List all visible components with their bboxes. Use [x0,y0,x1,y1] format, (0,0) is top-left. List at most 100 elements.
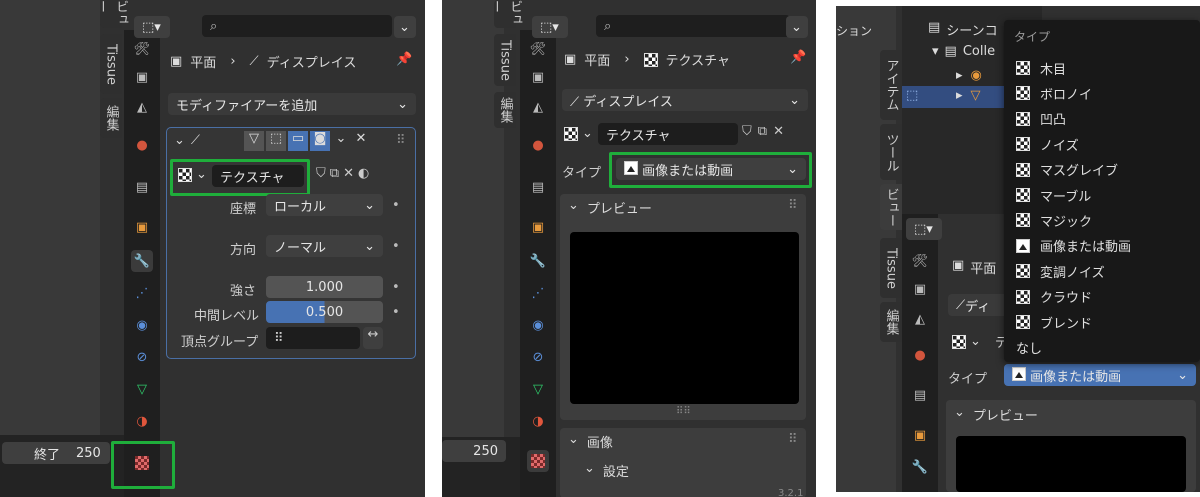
data-icon[interactable]: ▽ [527,378,549,400]
resize-handle-icon[interactable]: ⠿⠿ [676,406,691,417]
world-icon[interactable]: ● [909,344,931,366]
output-icon[interactable]: ◭ [131,96,153,118]
vtab-item[interactable]: アイテム [880,50,902,120]
keyframe-dot-icon[interactable]: • [392,305,400,320]
midlevel-slider[interactable]: 0.500 [266,301,383,323]
fake-user-shield-icon[interactable]: ⛉ [742,124,752,139]
tool-icon[interactable]: 🛠 [909,250,931,272]
unlink-x-icon[interactable]: ✕ [343,166,354,181]
timeline-end-field[interactable]: 終了 250 [2,442,110,464]
duplicate-icon[interactable]: ⧉ [330,166,339,181]
search-field[interactable]: ⌕ [202,15,392,37]
outliner-camera-row[interactable]: ▸ ◉ [956,68,982,83]
modifier-wrench-icon[interactable]: 🔧 [909,456,931,478]
unlink-x-icon[interactable]: ✕ [773,124,784,139]
tool-icon[interactable]: 🛠 [527,38,549,60]
add-modifier-dropdown[interactable]: モディファイアーを追加 ⌄ [168,93,416,115]
modifier-header[interactable]: ⌄ ⟋ [174,133,200,148]
image-header[interactable]: ⌄ 画像 [568,432,613,451]
options-dropdown[interactable]: ⌄ [394,16,416,38]
search-field[interactable]: ⌕ [596,15,790,37]
dropdown-item[interactable]: なし [1016,335,1042,359]
settings-header[interactable]: ⌄ 設定 [584,461,629,480]
vgroup-field[interactable]: ⠿ [266,327,360,349]
render-camera-icon[interactable]: ◙ [310,131,330,151]
render-icon[interactable]: ▣ [527,66,549,88]
cage-icon[interactable]: ⬚ [266,131,286,151]
world-icon[interactable]: ● [527,134,549,156]
constraints-icon[interactable]: ⊘ [527,346,549,368]
vtab-edit[interactable]: 編集 [880,302,902,342]
invert-arrows-icon[interactable]: ↔ [363,327,383,349]
vtab-view[interactable]: ビュー [488,0,522,28]
dropdown-item[interactable]: ブレンド [1016,310,1092,334]
editor-type-button[interactable]: ⬚▾ [532,16,568,38]
displace-dropdown[interactable]: ⟋ ディスプレイス ⌄ [562,89,808,111]
particles-icon[interactable]: ⋰ [131,282,153,304]
dropdown-item[interactable]: マジック [1016,208,1092,232]
data-icon[interactable]: ▽ [131,378,153,400]
close-icon[interactable]: ✕ [352,131,370,151]
pin-icon[interactable]: 📌 [790,50,806,65]
pin-icon[interactable]: 📌 [396,52,412,67]
keyframe-dot-icon[interactable]: • [392,198,400,213]
outliner-collection-row[interactable]: ▾ ▤ Colle [932,44,995,59]
dropdown-item[interactable]: ノイズ [1016,132,1079,156]
dropdown-item[interactable]: 変調ノイズ [1016,259,1105,283]
physics-icon[interactable]: ◉ [527,314,549,336]
collection-icon[interactable]: ▤ [909,384,931,406]
vtab-view[interactable]: ビュー [94,0,128,28]
dropdown-item[interactable]: 画像または動画 [1016,234,1131,258]
texture-name-field[interactable]: テクスチャ [598,123,738,145]
dropdown-item[interactable]: 木目 [1016,56,1066,80]
drag-handle-icon[interactable]: ⠿ [788,432,798,447]
displace-dropdown[interactable]: ⟋ ディ [948,294,1008,316]
object-icon[interactable]: ▣ [131,216,153,238]
options-dropdown[interactable]: ⌄ [786,16,808,38]
drag-handle-icon[interactable]: ⠿ [396,133,406,148]
3d-viewport[interactable] [0,0,100,435]
modifier-wrench-icon[interactable]: 🔧 [131,250,153,272]
output-icon[interactable]: ◭ [909,308,931,330]
keyframe-dot-icon[interactable]: • [392,280,400,295]
collection-icon[interactable]: ▤ [131,176,153,198]
duplicate-icon[interactable]: ⧉ [758,124,767,139]
material-icon[interactable]: ◑ [131,410,153,432]
coords-dropdown[interactable]: ローカル ⌄ [266,194,383,216]
texture-selector[interactable]: ⌄ テ [952,332,1008,351]
world-icon[interactable]: ● [131,134,153,156]
outliner-plane-row[interactable]: ▸ ▽ [956,88,981,103]
render-icon[interactable]: ▣ [131,66,153,88]
vtab-tool[interactable]: ツール [880,124,902,180]
editor-type-button[interactable]: ⬚▾ [906,218,942,240]
preview-header[interactable]: ⌄ プレビュー [568,198,652,217]
selection-mode-icon[interactable]: ⬚ [906,88,918,103]
drag-handle-icon[interactable]: ⠿ [788,198,798,213]
dropdown-chevron-icon[interactable]: ⌄ [332,131,350,151]
object-icon[interactable]: ▣ [909,424,931,446]
direction-dropdown[interactable]: ノーマル ⌄ [266,235,383,257]
vtab-view[interactable]: ビュー [880,184,902,230]
particles-icon[interactable]: ⋰ [527,282,549,304]
type-dropdown[interactable]: 画像または動画 ⌄ [1004,364,1196,386]
editor-type-button[interactable]: ⬚▾ [134,16,170,38]
vtab-tissue[interactable]: Tissue [494,34,516,86]
render-icon[interactable]: ▣ [909,278,931,300]
collection-icon[interactable]: ▤ [527,176,549,198]
tool-icon[interactable]: 🛠 [131,38,153,60]
toggle-icon[interactable]: ◐ [358,166,369,181]
dropdown-item[interactable]: クラウド [1016,285,1092,309]
vtab-tissue[interactable]: Tissue [100,34,122,94]
dropdown-item[interactable]: マーブル [1016,183,1091,207]
preview-header[interactable]: ⌄ プレビュー [954,405,1038,424]
dropdown-item[interactable]: 凹凸 [1016,107,1066,131]
strength-field[interactable]: 1.000 [266,276,383,298]
dropdown-item[interactable]: ボロノイ [1016,81,1092,105]
texture-tab-icon[interactable] [527,450,549,472]
vtab-edit[interactable]: 編集 [100,98,122,138]
object-icon[interactable]: ▣ [527,216,549,238]
collapse-chevron-icon[interactable]: ⌄ [174,133,185,148]
texture-selector[interactable]: ⌄ [564,126,593,141]
physics-icon[interactable]: ◉ [131,314,153,336]
fake-user-shield-icon[interactable]: ⛉ [316,166,326,181]
